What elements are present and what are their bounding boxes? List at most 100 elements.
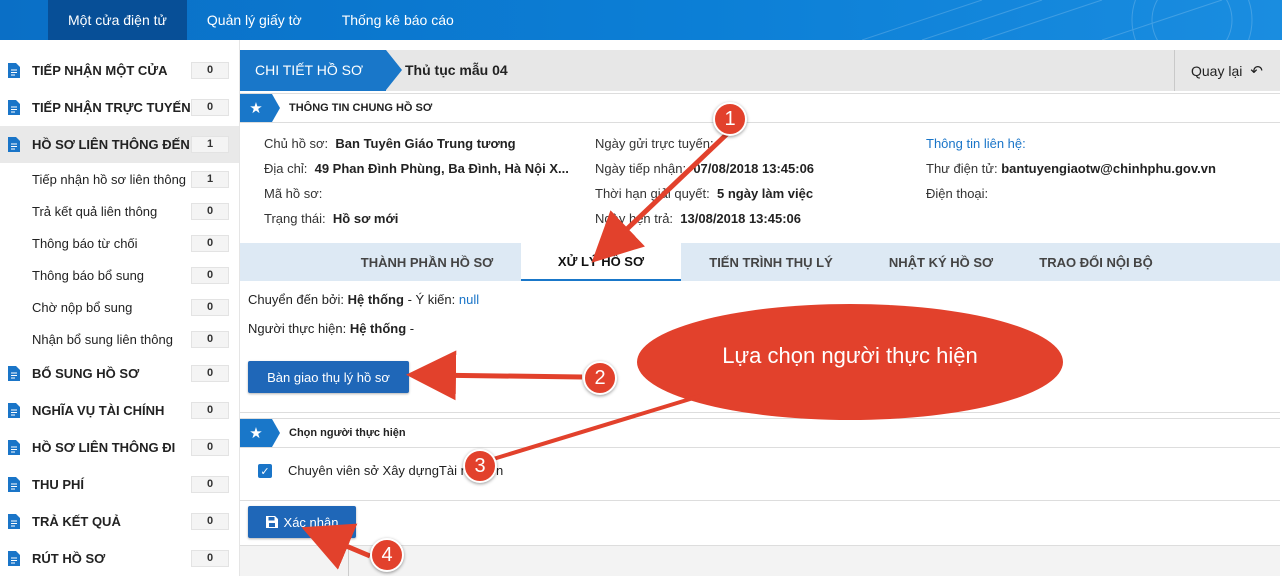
handover-label: Bàn giao thụ lý hồ sơ [267, 369, 390, 385]
tab-nhat-ky-ho-so[interactable]: NHẬT KÝ HỒ SƠ [861, 243, 1021, 281]
count-badge: 0 [191, 365, 229, 382]
sidebar-item-tra-ket-qua[interactable]: TRẢ KẾT QUẢ 0 [0, 503, 239, 540]
step-2-marker: 2 [583, 361, 617, 395]
count-badge: 0 [191, 402, 229, 419]
sidebar-item-label: Nhận bổ sung liên thông [32, 331, 173, 347]
sidebar-item-label: HỒ SƠ LIÊN THÔNG ĐI [32, 440, 176, 455]
document-icon [8, 477, 20, 492]
sidebar-subitem-thong-bao-bo-sung[interactable]: Thông báo bổ sung 0 [0, 259, 239, 291]
online-date-label: Ngày gửi trực tuyến: [595, 136, 714, 151]
sidebar-subitem-tra-ket-qua-lien-thong[interactable]: Trả kết quả liên thông 0 [0, 195, 239, 227]
header-decoration [862, 0, 1253, 40]
sidebar-item-label: Thông báo từ chối [32, 235, 138, 251]
document-icon [8, 440, 20, 455]
info-column-1: Chủ hồ sơ: Ban Tuyên Giáo Trung tương Đị… [264, 131, 569, 231]
opinion-value: null [458, 292, 480, 307]
tab-thanh-phan-ho-so[interactable]: THÀNH PHẦN HỒ SƠ [240, 243, 521, 281]
tab-xu-ly-ho-so[interactable]: XỬ LÝ HỒ SƠ [521, 243, 681, 281]
info-column-3: Thông tin liên hệ: Thư điện tử: bantuyen… [926, 131, 1216, 206]
footer-divider [348, 546, 349, 576]
sidebar-item-label: TIẾP NHẬN TRỰC TUYẾN [32, 100, 191, 115]
sidebar-subitem-nhan-bo-sung-lien-thong[interactable]: Nhận bổ sung liên thông 0 [0, 323, 239, 355]
owner-label: Chủ hồ sơ: [264, 136, 329, 151]
sidebar: TIẾP NHẬN MỘT CỬA 0 TIẾP NHẬN TRỰC TUYẾN… [0, 40, 240, 576]
info-column-2: Ngày gửi trực tuyến: Ngày tiếp nhận: 07/… [595, 131, 814, 231]
tab-tien-trinh-thu-ly[interactable]: TIẾN TRÌNH THỤ LÝ [681, 243, 861, 281]
step-1-marker: 1 [713, 102, 747, 136]
sidebar-item-bo-sung-ho-so[interactable]: BỔ SUNG HỒ SƠ 0 [0, 355, 239, 392]
email-value: bantuyengiaotw@chinhphu.gov.vn [1001, 161, 1216, 176]
count-badge: 0 [191, 550, 229, 567]
count-badge: 1 [191, 136, 229, 153]
nav-quan-ly-giay-to[interactable]: Quản lý giấy tờ [187, 0, 322, 40]
tab-trao-doi-noi-bo[interactable]: TRAO ĐỔI NỘI BỘ [1021, 243, 1171, 281]
handover-button[interactable]: Bàn giao thụ lý hồ sơ [248, 361, 409, 393]
document-icon [8, 137, 20, 152]
sidebar-item-label: NGHĨA VỤ TÀI CHÍNH [32, 403, 165, 418]
deadline-value: 5 ngày làm việc [717, 186, 814, 201]
step-4-marker: 4 [370, 538, 404, 572]
detail-header: CHI TIẾT HỒ SƠ Thủ tục mẫu 04 Quay lại ↶ [240, 50, 1280, 91]
executor-label: Người thực hiện: [248, 321, 347, 336]
phone-label: Điện thoại: [926, 186, 989, 201]
document-icon [8, 551, 20, 566]
nav-mot-cua-dien-tu[interactable]: Một cửa điện tử [48, 0, 187, 40]
nav-thong-ke-bao-cao[interactable]: Thống kê báo cáo [322, 0, 474, 40]
sidebar-item-label: Thông báo bổ sung [32, 267, 145, 283]
count-badge: 0 [191, 99, 229, 116]
section-choose-executor: ★ Chọn người thực hiện [240, 418, 1280, 448]
return-date-value: 13/08/2018 13:45:06 [680, 211, 801, 226]
sidebar-item-ho-so-lien-thong-den[interactable]: HỒ SƠ LIÊN THÔNG ĐẾN 1 [0, 126, 239, 163]
executor-suffix: - [409, 321, 415, 336]
document-icon [8, 514, 20, 529]
sidebar-subitem-thong-bao-tu-choi[interactable]: Thông báo từ chối 0 [0, 227, 239, 259]
count-badge: 0 [191, 202, 229, 220]
sidebar-item-label: TIẾP NHẬN MỘT CỬA [32, 63, 168, 78]
sidebar-subitem-cho-nop-bo-sung[interactable]: Chờ nộp bổ sung 0 [0, 291, 239, 323]
return-date-label: Ngày hẹn trả: [595, 211, 674, 226]
save-icon [265, 516, 278, 528]
executor-line: Người thực hiện: Hệ thống - [248, 321, 414, 336]
star-icon: ★ [240, 419, 280, 447]
opinion-label: - Ý kiến: [407, 292, 456, 307]
sidebar-item-thu-phi[interactable]: THU PHÍ 0 [0, 466, 239, 503]
address-label: Địa chỉ: [264, 161, 308, 176]
tab-bar: THÀNH PHẦN HỒ SƠ XỬ LÝ HỒ SƠ TIẾN TRÌNH … [240, 243, 1280, 281]
moved-by-value: Hệ thống [347, 292, 404, 307]
sidebar-subitem-tiep-nhan-lien-thong[interactable]: Tiếp nhận hồ sơ liên thông 1 [0, 163, 239, 195]
confirm-button[interactable]: Xác nhận [248, 506, 356, 538]
sidebar-item-label: Trả kết quả liên thông [32, 203, 158, 219]
sidebar-item-label: TRẢ KẾT QUẢ [32, 514, 121, 529]
count-badge: 0 [191, 476, 229, 493]
executor-checkbox[interactable]: ✓ [258, 464, 272, 478]
count-badge: 0 [191, 439, 229, 456]
count-badge: 0 [191, 234, 229, 252]
file-code-label: Mã hồ sơ: [264, 186, 323, 201]
back-label: Quay lại [1191, 62, 1243, 79]
step-3-marker: 3 [463, 449, 497, 483]
received-date-value: 07/08/2018 13:45:06 [693, 161, 815, 176]
sidebar-item-label: RÚT HỒ SƠ [32, 551, 106, 566]
sidebar-item-tiep-nhan-truc-tuyen[interactable]: TIẾP NHẬN TRỰC TUYẾN 0 [0, 89, 239, 126]
undo-icon: ↶ [1250, 62, 1263, 80]
breadcrumb-arrow [386, 50, 402, 90]
status-value: Hồ sơ mới [332, 211, 399, 226]
procedure-title: Thủ tục mẫu 04 [405, 62, 508, 78]
owner-value: Ban Tuyên Giáo Trung tương [335, 136, 516, 151]
count-badge: 0 [191, 330, 229, 348]
sidebar-item-label: HỒ SƠ LIÊN THÔNG ĐẾN [32, 137, 190, 152]
star-icon: ★ [240, 94, 280, 122]
sidebar-item-rut-ho-so[interactable]: RÚT HỒ SƠ 0 [0, 540, 239, 576]
sidebar-item-label: BỔ SUNG HỒ SƠ [32, 366, 140, 381]
sidebar-item-label: Chờ nộp bổ sung [32, 299, 133, 315]
document-icon [8, 366, 20, 381]
sidebar-item-tiep-nhan-mot-cua[interactable]: TIẾP NHẬN MỘT CỬA 0 [0, 52, 239, 89]
confirm-label: Xác nhận [283, 514, 339, 530]
sidebar-item-label: Tiếp nhận hồ sơ liên thông [32, 171, 187, 187]
sidebar-item-nghia-vu-tai-chinh[interactable]: NGHĨA VỤ TÀI CHÍNH 0 [0, 392, 239, 429]
deadline-label: Thời hạn giải quyết: [595, 186, 710, 201]
count-badge: 0 [191, 266, 229, 284]
breadcrumb: CHI TIẾT HỒ SƠ [240, 50, 386, 91]
sidebar-item-ho-so-lien-thong-di[interactable]: HỒ SƠ LIÊN THÔNG ĐI 0 [0, 429, 239, 466]
back-button[interactable]: Quay lại ↶ [1174, 50, 1280, 91]
